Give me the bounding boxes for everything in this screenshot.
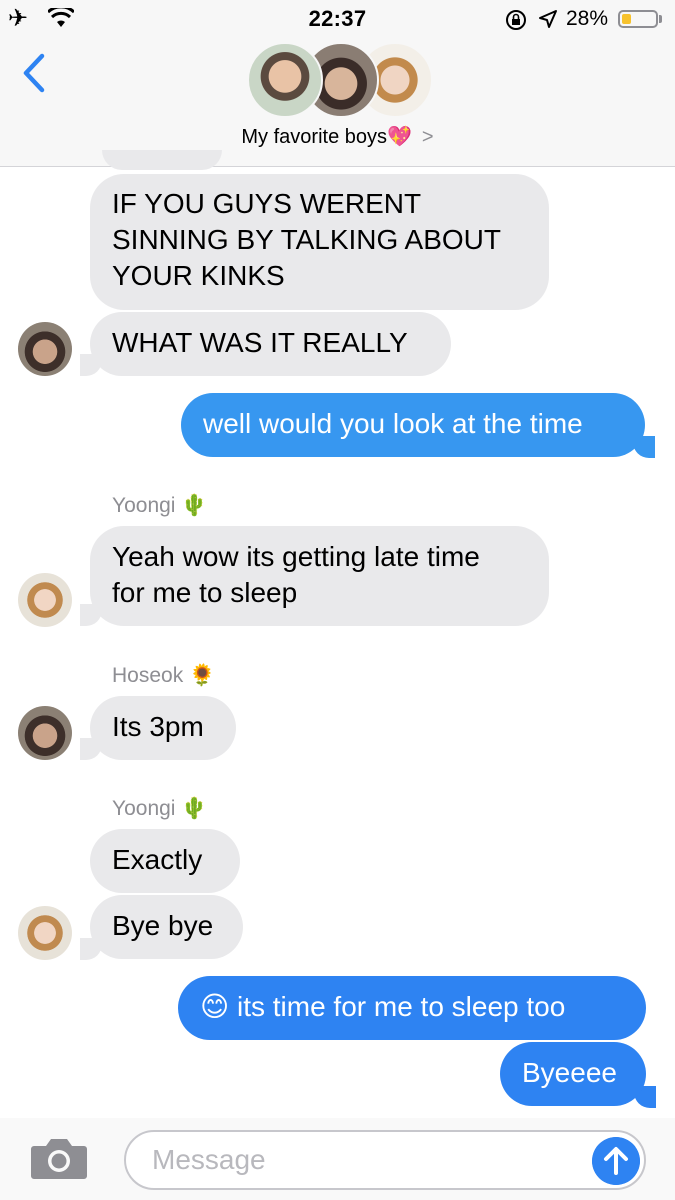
message-bubble-outgoing[interactable]: 😊 its time for me to sleep too [178, 976, 646, 1040]
message-bubble-incoming[interactable]: Yeah wow its getting late time for me to… [90, 526, 549, 626]
message-bubble-incoming[interactable]: IF YOU GUYS WERENT SINNING BY TALKING AB… [90, 174, 549, 310]
message-bubble-incoming[interactable]: WHAT WAS IT REALLY [90, 312, 451, 376]
avatar-yoongi[interactable] [18, 906, 72, 960]
message-line: Yeah wow its getting late time [112, 541, 480, 572]
avatar-hoseok[interactable] [18, 706, 72, 760]
message-line: YOUR KINKS [112, 260, 285, 291]
message-line: IF YOU GUYS WERENT [112, 188, 422, 219]
message-input[interactable]: Message [124, 1130, 646, 1190]
chevron-right-icon: > [421, 126, 434, 148]
sender-name: Hoseok 🌻 [112, 664, 216, 687]
battery-tip [659, 15, 662, 23]
message-text: Byeeee [522, 1057, 617, 1088]
message-bubble-outgoing[interactable]: Byeeee [500, 1042, 646, 1106]
group-name[interactable]: My favorite boys💖 > [0, 124, 675, 149]
camera-icon[interactable] [30, 1136, 88, 1180]
avatar-hoseok[interactable] [18, 322, 72, 376]
message-bubble-outgoing[interactable]: well would you look at the time [181, 393, 645, 457]
battery-icon [618, 10, 658, 28]
message-line: for me to sleep [112, 577, 298, 608]
message-text: Bye bye [112, 910, 214, 941]
message-line: SINNING BY TALKING ABOUT [112, 224, 501, 255]
group-name-label: My favorite boys💖 [241, 126, 412, 148]
message-bubble-incoming[interactable]: Its 3pm [90, 696, 236, 760]
rotation-lock-icon [506, 10, 526, 30]
message-text: Its 3pm [112, 711, 204, 742]
location-icon [539, 10, 557, 28]
message-bubble-incoming[interactable]: Bye bye [90, 895, 243, 959]
message-text: 😊 its time for me to sleep too [200, 991, 566, 1022]
sender-name: Yoongi 🌵 [112, 797, 208, 820]
back-chevron-icon[interactable] [18, 52, 48, 94]
message-bubble-partial [102, 150, 222, 170]
message-text: well would you look at the time [203, 408, 583, 439]
group-avatars[interactable] [247, 42, 433, 118]
message-bubble-incoming[interactable]: Exactly [90, 829, 240, 893]
sender-name: Yoongi 🌵 [112, 494, 208, 517]
conversation-header: ✈ 22:37 28% My favorite boys💖 > [0, 0, 675, 167]
battery-percent: 28% [566, 7, 609, 30]
avatar-member-1 [247, 42, 323, 118]
message-text: Exactly [112, 844, 203, 875]
avatar-yoongi[interactable] [18, 573, 72, 627]
status-bar: ✈ 22:37 28% [0, 0, 675, 40]
battery-level [622, 14, 631, 24]
send-arrow-icon[interactable] [592, 1137, 640, 1185]
message-text: WHAT WAS IT REALLY [112, 327, 408, 358]
message-input-placeholder: Message [152, 1144, 266, 1175]
